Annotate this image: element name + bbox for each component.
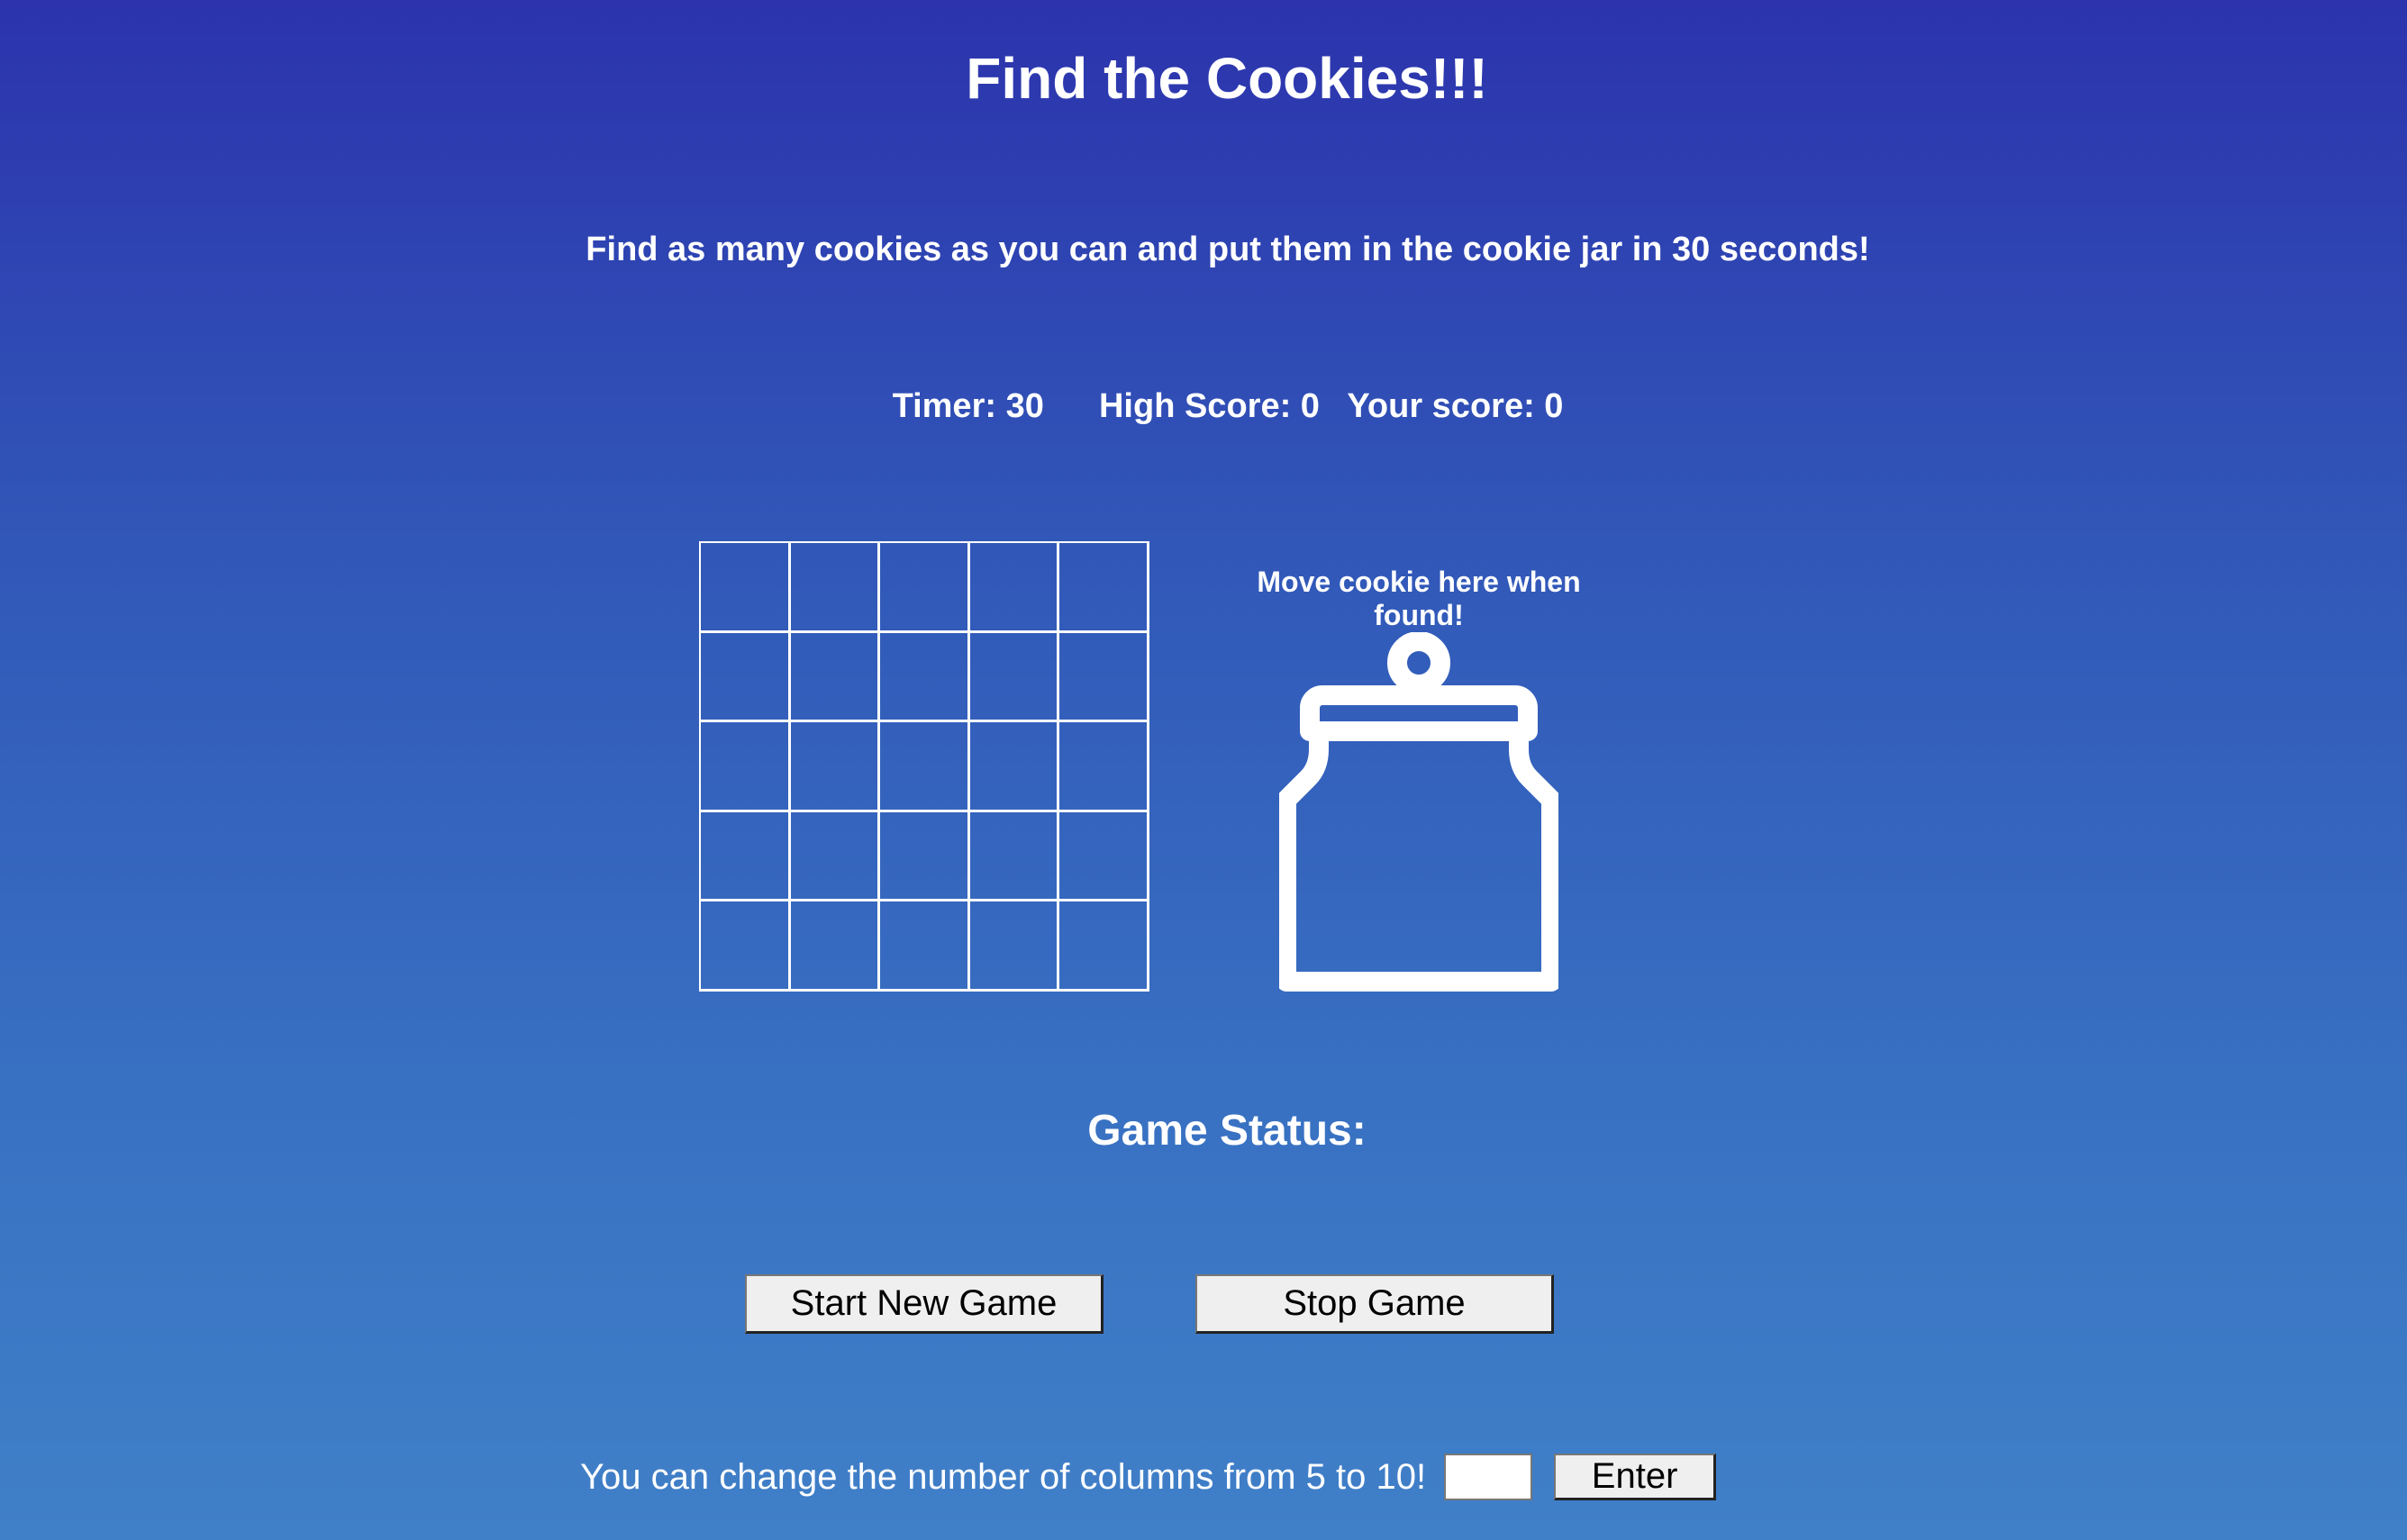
grid-cell[interactable]: [969, 632, 1060, 723]
grid-cell[interactable]: [790, 901, 881, 992]
columns-form: You can change the number of columns fro…: [580, 1452, 1717, 1502]
grid-cell[interactable]: [880, 901, 970, 992]
stop-game-button[interactable]: Stop Game: [1195, 1274, 1554, 1334]
grid-cell[interactable]: [880, 543, 970, 633]
grid-cell[interactable]: [790, 543, 881, 633]
cookie-jar-dropzone[interactable]: [1276, 631, 1561, 992]
grid-cell[interactable]: [790, 632, 881, 723]
grid-cell[interactable]: [880, 632, 970, 723]
game-status: Game Status:: [0, 1106, 2407, 1155]
grid-cell[interactable]: [701, 543, 791, 633]
grid-cell[interactable]: [1059, 722, 1149, 812]
high-score-label: High Score:: [1098, 387, 1292, 425]
grid-cell[interactable]: [701, 811, 791, 902]
grid-cell[interactable]: [969, 811, 1060, 902]
grid-cell[interactable]: [701, 901, 791, 992]
cookie-jar-icon: [1276, 631, 1561, 992]
grid-cell[interactable]: [701, 722, 791, 812]
cookie-jar-label: Move cookie here when found!: [1257, 566, 1581, 631]
columns-prompt: You can change the number of columns fro…: [580, 1456, 1427, 1497]
grid-cell[interactable]: [701, 632, 791, 723]
grid-cell[interactable]: [969, 722, 1060, 812]
instructions-text: Find as many cookies as you can and put …: [586, 231, 1870, 268]
grid-cell[interactable]: [969, 543, 1060, 633]
grid-cell[interactable]: [790, 722, 881, 812]
game-status-label: Game Status:: [1087, 1107, 1367, 1155]
your-score-label: Your score:: [1347, 387, 1535, 425]
grid-cell[interactable]: [1059, 811, 1149, 902]
game-board: [699, 541, 1149, 992]
grid-cell[interactable]: [969, 901, 1060, 992]
high-score-value: 0: [1300, 387, 1320, 425]
grid-cell[interactable]: [1059, 632, 1149, 723]
page-title: Find the Cookies!!!: [966, 46, 1488, 111]
your-score-value: 0: [1544, 387, 1564, 425]
enter-button[interactable]: Enter: [1554, 1454, 1717, 1500]
grid-cell[interactable]: [880, 811, 970, 902]
grid-cell[interactable]: [880, 722, 970, 812]
grid-cell[interactable]: [1059, 543, 1149, 633]
timer-value: 30: [1005, 387, 1044, 425]
grid-cell[interactable]: [1059, 901, 1149, 992]
columns-input[interactable]: [1444, 1454, 1533, 1500]
timer-label: Timer:: [892, 387, 997, 425]
start-new-game-button[interactable]: Start New Game: [745, 1274, 1104, 1334]
grid-cell[interactable]: [790, 811, 881, 902]
scoreboard: Timer: 30 High Score: 0 Your score: 0: [0, 387, 2407, 426]
